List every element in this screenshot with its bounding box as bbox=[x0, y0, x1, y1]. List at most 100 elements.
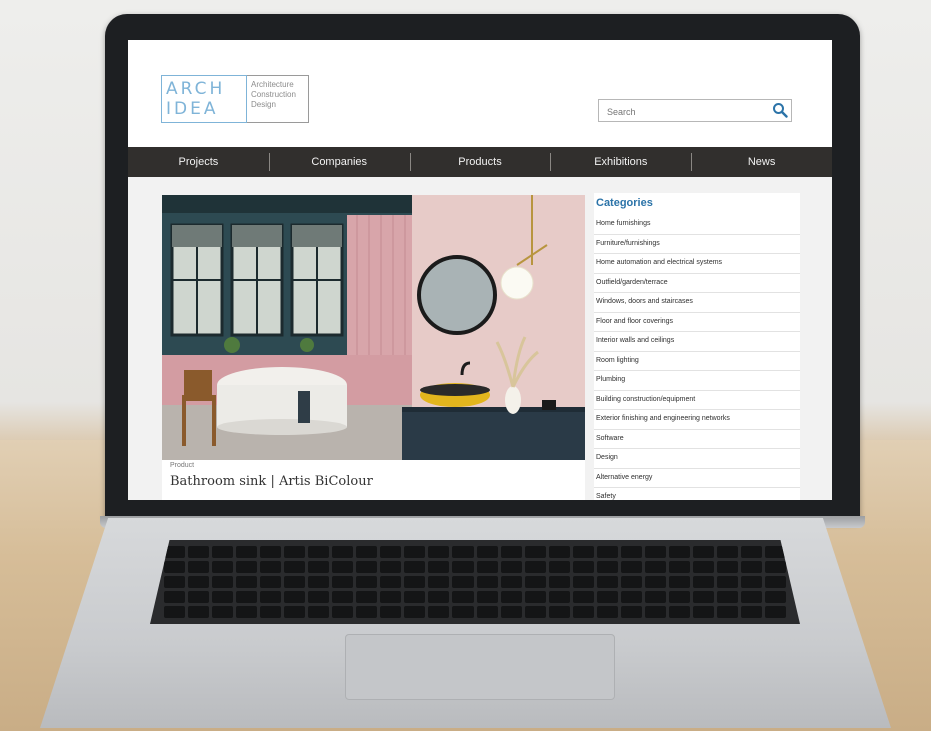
keyboard-key bbox=[572, 606, 594, 618]
category-link[interactable]: Safety bbox=[594, 488, 800, 500]
keyboard-key bbox=[500, 576, 522, 588]
logo-tagline-line: Architecture bbox=[251, 80, 294, 89]
keyboard-key bbox=[476, 591, 498, 603]
keyboard-key bbox=[644, 606, 666, 618]
keyboard-key bbox=[356, 591, 378, 603]
keyboard-key bbox=[524, 561, 546, 573]
keyboard-key bbox=[620, 606, 642, 618]
keyboard-key bbox=[596, 591, 618, 603]
sidebar-title: Categories bbox=[596, 197, 653, 209]
category-link[interactable]: Alternative energy bbox=[594, 469, 800, 488]
keyboard-key bbox=[764, 606, 786, 618]
keyboard-key bbox=[452, 546, 474, 558]
keyboard-key bbox=[164, 591, 186, 603]
card-title[interactable]: Bathroom sink | Artis BiColour bbox=[170, 474, 373, 489]
keyboard-key bbox=[476, 576, 498, 588]
keyboard-key bbox=[596, 546, 618, 558]
keyboard-key bbox=[620, 591, 642, 603]
featured-image[interactable] bbox=[162, 195, 585, 460]
keyboard-key bbox=[524, 606, 546, 618]
keyboard-key bbox=[716, 576, 738, 588]
keyboard-key bbox=[500, 546, 522, 558]
keyboard-key bbox=[380, 561, 402, 573]
category-link[interactable]: Room lighting bbox=[594, 352, 800, 371]
nav-projects[interactable]: Projects bbox=[128, 147, 269, 177]
keyboard-key bbox=[524, 591, 546, 603]
category-link[interactable]: Home automation and electrical systems bbox=[594, 254, 800, 274]
keyboard-key bbox=[284, 591, 306, 603]
keyboard-key bbox=[332, 546, 354, 558]
keyboard-key bbox=[572, 546, 594, 558]
nav-exhibitions[interactable]: Exhibitions bbox=[550, 147, 691, 177]
keyboard-key bbox=[332, 576, 354, 588]
nav-products[interactable]: Products bbox=[409, 147, 551, 177]
keyboard-key bbox=[428, 606, 450, 618]
keyboard-key bbox=[428, 576, 450, 588]
keyboard-key bbox=[548, 561, 570, 573]
keyboard-key bbox=[404, 576, 426, 588]
site-logo[interactable]: ARCH IDEA Architecture Construction Desi… bbox=[161, 75, 309, 123]
nav-news[interactable]: News bbox=[691, 147, 832, 177]
nav-companies[interactable]: Companies bbox=[268, 147, 410, 177]
categories-sidebar: Categories Home furnishings Furniture/fu… bbox=[594, 193, 800, 500]
category-link[interactable]: Furniture/furnishings bbox=[594, 235, 800, 254]
keyboard-key bbox=[716, 606, 738, 618]
keyboard-key bbox=[764, 561, 786, 573]
category-link[interactable]: Floor and floor coverings bbox=[594, 313, 800, 332]
keyboard-key bbox=[332, 561, 354, 573]
keyboard-key bbox=[764, 591, 786, 603]
keyboard-key bbox=[668, 591, 690, 603]
keyboard-key bbox=[620, 546, 642, 558]
keyboard-key bbox=[452, 576, 474, 588]
category-link[interactable]: Exterior finishing and engineering netwo… bbox=[594, 410, 800, 430]
keyboard-key bbox=[260, 576, 282, 588]
category-link[interactable]: Plumbing bbox=[594, 371, 800, 391]
keyboard-key bbox=[356, 576, 378, 588]
keyboard-key bbox=[356, 606, 378, 618]
keyboard-key bbox=[500, 591, 522, 603]
category-link[interactable]: Design bbox=[594, 449, 800, 469]
keyboard-key bbox=[308, 546, 330, 558]
keyboard-key bbox=[572, 591, 594, 603]
logo-tagline: Architecture Construction Design bbox=[247, 75, 309, 123]
search-input[interactable] bbox=[605, 101, 769, 122]
keyboard-key bbox=[500, 561, 522, 573]
category-link[interactable]: Home furnishings bbox=[594, 215, 800, 235]
keyboard-key bbox=[452, 591, 474, 603]
keyboard-key bbox=[692, 606, 714, 618]
search-icon[interactable] bbox=[772, 102, 788, 118]
keyboard-key bbox=[644, 546, 666, 558]
keyboard-key bbox=[260, 561, 282, 573]
keyboard-key bbox=[716, 546, 738, 558]
keyboard-key bbox=[500, 606, 522, 618]
category-link[interactable]: Software bbox=[594, 430, 800, 449]
keyboard-key bbox=[572, 561, 594, 573]
logo-word-idea: IDEA bbox=[166, 99, 219, 119]
search-box bbox=[598, 99, 792, 122]
keyboard-key bbox=[596, 606, 618, 618]
keyboard-key bbox=[644, 591, 666, 603]
keyboard-key bbox=[404, 561, 426, 573]
keyboard-key bbox=[332, 606, 354, 618]
category-link[interactable]: Windows, doors and staircases bbox=[594, 293, 800, 313]
keyboard-key bbox=[620, 576, 642, 588]
keyboard-key bbox=[740, 606, 762, 618]
keyboard-key bbox=[524, 546, 546, 558]
keyboard-key bbox=[524, 576, 546, 588]
logo-tagline-line: Construction bbox=[251, 90, 296, 99]
keyboard-key bbox=[548, 591, 570, 603]
card-type-label: Product bbox=[170, 462, 195, 469]
keyboard-key bbox=[356, 546, 378, 558]
category-link[interactable]: Interior walls and ceilings bbox=[594, 332, 800, 352]
keyboard-key bbox=[212, 546, 234, 558]
category-link[interactable]: Building construction/equipment bbox=[594, 391, 800, 410]
keyboard-key bbox=[308, 591, 330, 603]
keyboard-key bbox=[548, 576, 570, 588]
keyboard-key bbox=[164, 561, 186, 573]
keyboard-key bbox=[212, 576, 234, 588]
category-link[interactable]: Outfield/garden/terrace bbox=[594, 274, 800, 293]
keyboard-key bbox=[164, 606, 186, 618]
featured-product-card[interactable]: Product Bathroom sink | Artis BiColour bbox=[162, 195, 585, 500]
keyboard-key bbox=[380, 606, 402, 618]
keyboard-key bbox=[188, 576, 210, 588]
